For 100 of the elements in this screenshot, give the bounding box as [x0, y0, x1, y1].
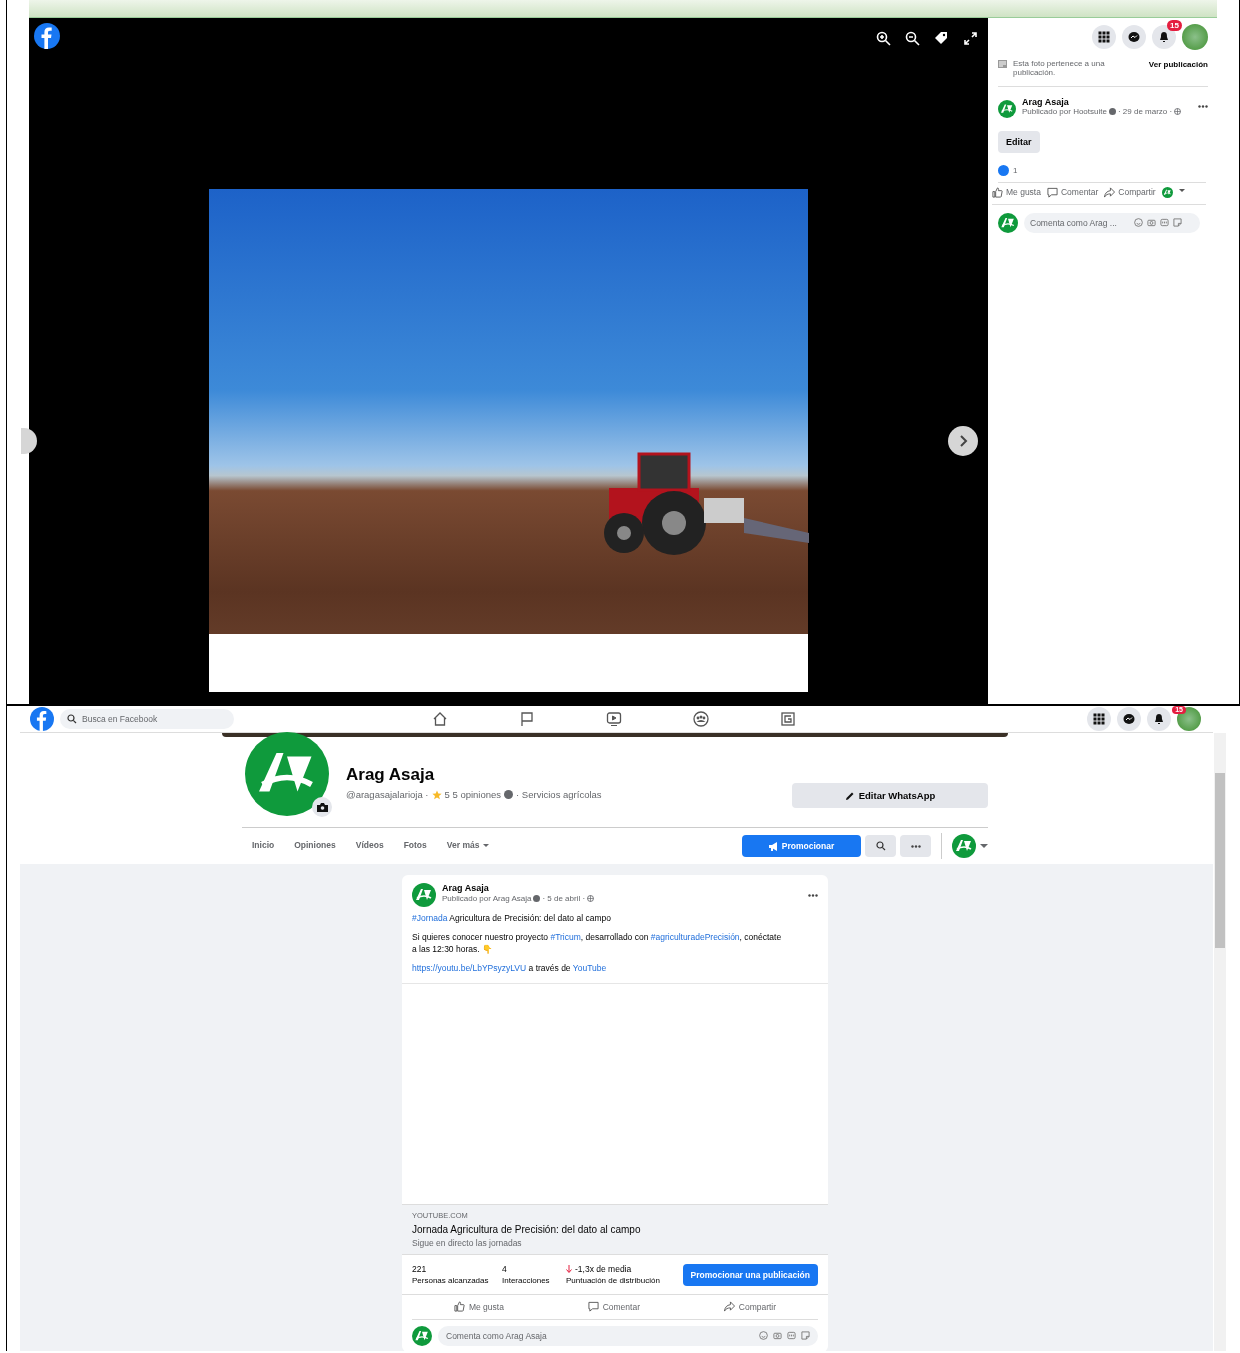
edit-whatsapp-button[interactable]: Editar WhatsApp — [792, 783, 988, 808]
messenger-icon — [1128, 31, 1140, 43]
logo-icon[interactable] — [34, 23, 60, 49]
star-icon — [431, 789, 442, 800]
stat-value: 221 — [412, 1264, 427, 1275]
reaction-count: 1 — [1013, 165, 1018, 175]
comment-input[interactable]: Comenta como Arag Asaja — [446, 1330, 754, 1341]
rating-text[interactable]: 5 5 opiniones — [444, 789, 502, 800]
tab[interactable]: Fotos — [393, 834, 437, 858]
search-icon — [67, 714, 77, 724]
tab[interactable]: Inicio — [242, 834, 285, 858]
messenger-button[interactable] — [1122, 25, 1146, 49]
author-name: Arag Asaja — [1022, 96, 1070, 107]
commenter-avatar — [412, 1325, 432, 1346]
comment-button[interactable]: Comentar — [1046, 186, 1099, 198]
menu-button[interactable] — [1092, 25, 1116, 49]
globe-icon — [1174, 107, 1182, 115]
share-button[interactable]: Compartir — [1104, 186, 1156, 198]
avatar[interactable] — [1182, 24, 1208, 50]
menu-icon — [1093, 713, 1105, 725]
view-post-link[interactable]: Ver publicación — [1148, 60, 1208, 69]
gaming-icon[interactable] — [780, 711, 796, 727]
search-field[interactable]: Busca en Facebook — [60, 709, 234, 729]
tab[interactable]: Opiniones — [284, 834, 346, 858]
link[interactable]: https://youtu.be/LbYPsyzyLVU — [412, 962, 527, 973]
notifications-button[interactable] — [1147, 707, 1171, 731]
scrollbar[interactable] — [1214, 733, 1226, 1351]
page-category: · Servicios agrícolas — [516, 789, 602, 800]
more-options-icon[interactable] — [808, 894, 818, 897]
author-name: Arag Asaja — [442, 883, 490, 893]
messenger-icon — [1123, 713, 1135, 725]
page-avatar — [412, 883, 436, 907]
stat-label: Puntuación de distribución — [566, 1276, 661, 1286]
photo-notice: Esta foto pertenece a una publicación. — [1013, 60, 1106, 78]
gif-icon[interactable] — [787, 1331, 796, 1341]
like-reaction-icon — [998, 164, 1009, 176]
home-icon[interactable] — [432, 711, 448, 727]
previous-button[interactable] — [21, 428, 37, 454]
gif-icon[interactable] — [1160, 218, 1169, 228]
tab[interactable]: Ver más — [436, 834, 500, 858]
promote-button[interactable]: Promocionar — [742, 835, 861, 857]
comment-input[interactable]: Comenta como Arag ... — [1030, 217, 1130, 228]
link[interactable]: #agriculturadePrecisión — [650, 931, 740, 942]
sticker-icon[interactable] — [1173, 218, 1182, 228]
camera-icon[interactable] — [773, 1331, 782, 1341]
link[interactable]: YouTube — [572, 962, 607, 973]
next-button[interactable] — [948, 426, 978, 456]
post-date: · 29 de marzo · — [1117, 106, 1173, 116]
comment-box[interactable]: Comenta como Arag Asaja — [438, 1325, 818, 1346]
like-button[interactable]: Me gusta — [447, 1300, 510, 1314]
post-text: Si quieres conocer nuestro proyecto #Tricum, desarrollado con #agriculturadePrecisión, conéctate a las 12:30 horas. 👇 — [412, 931, 782, 956]
emoji-icon[interactable] — [1134, 218, 1143, 228]
link[interactable]: #Tricum — [550, 931, 581, 942]
messenger-button[interactable] — [1117, 707, 1141, 731]
post-text: https://youtu.be/LbYPsyzyLVU a través de YouTube — [412, 962, 608, 975]
edit-button[interactable]: Editar — [998, 130, 1040, 153]
promote-post-button[interactable]: Promocionar una publicación — [682, 1263, 818, 1286]
camera-icon[interactable] — [1147, 218, 1156, 228]
search-icon — [875, 841, 886, 851]
commenter-avatar — [998, 212, 1018, 233]
more-icon — [910, 844, 921, 848]
share-icon — [723, 1301, 735, 1313]
zoom-out-icon[interactable] — [905, 31, 920, 46]
more-button[interactable] — [900, 835, 931, 857]
page-handle: @aragasajalarioja · — [346, 789, 429, 800]
menu-button[interactable] — [1087, 707, 1111, 731]
emoji-icon[interactable] — [759, 1331, 768, 1341]
search-input[interactable]: Busca en Facebook — [82, 714, 222, 724]
share-button[interactable]: Compartir — [717, 1300, 783, 1314]
camera-button[interactable] — [312, 797, 332, 817]
fullscreen-icon[interactable] — [963, 31, 978, 46]
tag-icon[interactable] — [934, 31, 949, 46]
flag-icon[interactable] — [519, 711, 535, 727]
post-meta: Publicado por Hootsuite — [1022, 106, 1107, 116]
info-icon — [533, 895, 541, 902]
more-options-icon[interactable] — [1198, 104, 1208, 108]
menu-icon — [1098, 31, 1110, 43]
pencil-icon — [844, 790, 855, 801]
like-button[interactable]: Me gusta — [992, 186, 1041, 198]
post-text: #Jornada Agricultura de Precisión: del dato al campo — [412, 913, 612, 925]
avatar[interactable] — [1177, 707, 1201, 731]
zoom-in-icon[interactable] — [876, 31, 891, 46]
megaphone-icon — [768, 841, 779, 851]
page-name: Arag Asaja — [346, 765, 436, 785]
link[interactable]: #Jornada — [412, 913, 448, 923]
stat-value: -1,3x de media — [575, 1264, 632, 1275]
link-subtitle: Sigue en directo las jornadas — [412, 1237, 523, 1248]
comment-box[interactable]: Comenta como Arag ... — [1024, 212, 1200, 233]
tab[interactable]: Vídeos — [345, 834, 394, 858]
groups-icon[interactable] — [693, 711, 709, 727]
profile-avatar — [952, 834, 976, 858]
info-icon — [1108, 107, 1116, 115]
comment-icon — [1046, 186, 1058, 198]
search-button[interactable] — [865, 835, 896, 857]
notifications-icon — [1153, 713, 1165, 725]
like-icon — [992, 186, 1003, 198]
video-icon[interactable] — [606, 711, 622, 727]
photo-post-icon — [998, 60, 1007, 68]
comment-button[interactable]: Comentar — [581, 1300, 646, 1314]
sticker-icon[interactable] — [801, 1331, 810, 1341]
